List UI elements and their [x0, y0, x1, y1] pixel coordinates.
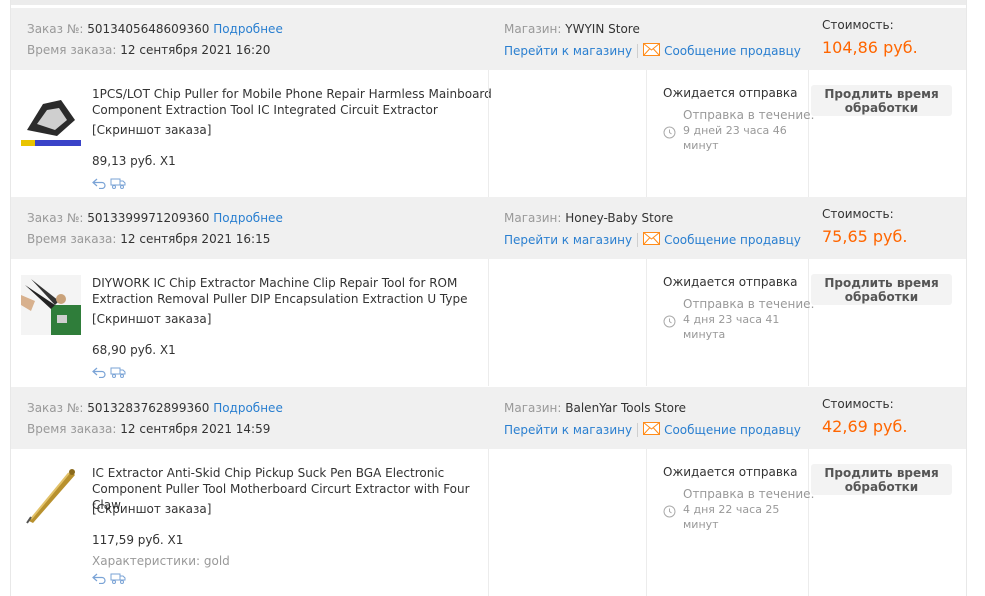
extend-processing-time-button[interactable]: Продлить время обработки	[811, 274, 952, 305]
ship-time-remaining: 9 дней 23 часа 46 минут	[683, 124, 787, 152]
order-header: Заказ №: 5013283762899360 Подробнее Врем…	[11, 387, 966, 449]
column-divider	[646, 449, 647, 596]
order-number: 5013399971209360	[87, 211, 210, 225]
order-header: Заказ №: 5013399971209360 Подробнее Врем…	[11, 197, 966, 259]
top-divider	[10, 0, 967, 5]
column-divider	[646, 70, 647, 197]
store-label: Магазин:	[504, 211, 562, 225]
cost-label: Стоимость:	[822, 207, 894, 221]
clock-icon	[663, 505, 676, 521]
order-item-row: DIYWORK IC Chip Extractor Machine Clip R…	[11, 259, 966, 386]
clock-icon	[663, 315, 676, 331]
order-status: Ожидается отправка	[663, 465, 798, 479]
column-divider	[808, 449, 809, 596]
orders-page: Заказ №: 5013405648609360 Подробнее Врем…	[0, 0, 985, 596]
column-divider	[646, 259, 647, 386]
ship-time-remaining: 4 дня 23 часа 41 минута	[683, 313, 780, 341]
return-icon	[92, 573, 106, 587]
extend-processing-time-button[interactable]: Продлить время обработки	[811, 464, 952, 495]
store-name: Honey-Baby Store	[565, 211, 674, 225]
delivery-truck-icon	[110, 367, 126, 381]
divider	[637, 233, 639, 247]
go-to-store-link[interactable]: Перейти к магазину	[504, 423, 632, 437]
message-seller-link[interactable]: Сообщение продавцу	[664, 44, 801, 58]
mail-icon[interactable]	[643, 422, 661, 438]
order-header: Заказ №: 5013405648609360 Подробнее Врем…	[11, 8, 966, 70]
characteristics-label: Характеристики:	[92, 554, 201, 568]
characteristics-value: gold	[203, 554, 230, 568]
column-divider	[488, 449, 489, 596]
divider	[637, 423, 639, 437]
order-status: Ожидается отправка	[663, 275, 798, 289]
order-item-row: 1PCS/LOT Chip Puller for Mobile Phone Re…	[11, 70, 966, 197]
order-screenshot-link[interactable]: [Скриншот заказа]	[92, 502, 211, 516]
item-price: 89,13 руб. X1	[92, 154, 176, 168]
order-status: Ожидается отправка	[663, 86, 798, 100]
cost-label: Стоимость:	[822, 397, 894, 411]
message-seller-link[interactable]: Сообщение продавцу	[664, 233, 801, 247]
order-details-link[interactable]: Подробнее	[213, 401, 283, 415]
delivery-truck-icon	[110, 178, 126, 192]
divider	[637, 44, 639, 58]
cost-label: Стоимость:	[822, 18, 894, 32]
order-number-label: Заказ №:	[27, 22, 84, 36]
ship-within-label: Отправка в течение:	[683, 487, 815, 501]
go-to-store-link[interactable]: Перейти к магазину	[504, 44, 632, 58]
order-cost: 75,65 руб.	[822, 227, 908, 246]
return-icon	[92, 367, 106, 381]
ship-within-label: Отправка в течение:	[683, 297, 815, 311]
order-number: 5013283762899360	[87, 401, 210, 415]
column-divider	[808, 259, 809, 386]
column-divider	[488, 70, 489, 197]
mail-icon[interactable]	[643, 43, 661, 59]
order-cost: 42,69 руб.	[822, 417, 908, 436]
order-time-label: Время заказа:	[27, 43, 117, 57]
store-label: Магазин:	[504, 401, 562, 415]
product-thumbnail[interactable]	[21, 275, 81, 335]
product-title[interactable]: DIYWORK IC Chip Extractor Machine Clip R…	[92, 275, 492, 307]
order-cost: 104,86 руб.	[822, 38, 918, 57]
item-characteristics: Характеристики: gold	[92, 554, 230, 568]
order-number-label: Заказ №:	[27, 211, 84, 225]
order-number-label: Заказ №:	[27, 401, 84, 415]
order-screenshot-link[interactable]: [Скриншот заказа]	[92, 312, 211, 326]
order-screenshot-link[interactable]: [Скриншот заказа]	[92, 123, 211, 137]
store-name: YWYIN Store	[565, 22, 640, 36]
return-icon	[92, 178, 106, 192]
store-label: Магазин:	[504, 22, 562, 36]
item-price: 117,59 руб. X1	[92, 533, 184, 547]
message-seller-link[interactable]: Сообщение продавцу	[664, 423, 801, 437]
delivery-truck-icon	[110, 573, 126, 587]
order-details-link[interactable]: Подробнее	[213, 22, 283, 36]
clock-icon	[663, 126, 676, 142]
item-price: 68,90 руб. X1	[92, 343, 176, 357]
mail-icon[interactable]	[643, 232, 661, 248]
product-title[interactable]: 1PCS/LOT Chip Puller for Mobile Phone Re…	[92, 86, 492, 118]
order-number: 5013405648609360	[87, 22, 210, 36]
order-time: 12 сентября 2021 16:15	[120, 232, 271, 246]
order-time-label: Время заказа:	[27, 232, 117, 246]
order-item-row: IC Extractor Anti-Skid Chip Pickup Suck …	[11, 449, 966, 596]
store-name: BalenYar Tools Store	[565, 401, 687, 415]
order-time: 12 сентября 2021 16:20	[120, 43, 271, 57]
column-divider	[488, 259, 489, 386]
product-thumbnail[interactable]	[21, 86, 81, 146]
extend-processing-time-button[interactable]: Продлить время обработки	[811, 85, 952, 116]
ship-within-label: Отправка в течение:	[683, 108, 815, 122]
order-details-link[interactable]: Подробнее	[213, 211, 283, 225]
column-divider	[808, 70, 809, 197]
right-border	[966, 0, 967, 596]
product-thumbnail[interactable]	[21, 465, 81, 525]
go-to-store-link[interactable]: Перейти к магазину	[504, 233, 632, 247]
ship-time-remaining: 4 дня 22 часа 25 минут	[683, 503, 780, 531]
order-time: 12 сентября 2021 14:59	[120, 422, 271, 436]
order-time-label: Время заказа:	[27, 422, 117, 436]
